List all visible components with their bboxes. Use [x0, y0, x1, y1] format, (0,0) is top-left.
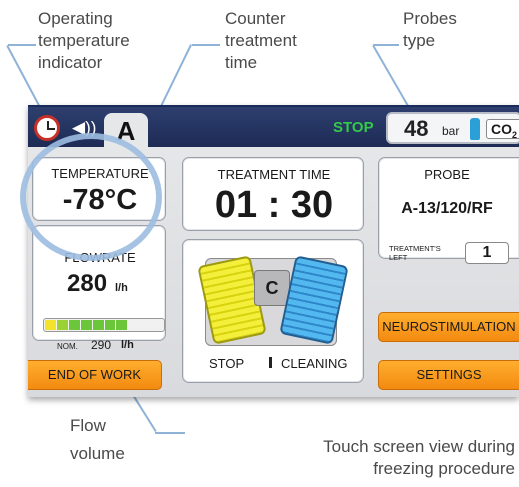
nominal-value: 290	[91, 338, 112, 352]
treatments-left-label: TREATMENT'S LEFT	[389, 244, 441, 262]
callout-temperature-indicator: Operating temperature indicator	[38, 9, 130, 72]
treatments-left-value: 1	[465, 242, 509, 264]
temperature-highlight-ring	[20, 133, 162, 261]
flowrate-bar	[43, 318, 165, 332]
treatment-time-label: TREATMENT TIME	[217, 167, 331, 182]
probe-panel: PROBE A-13/120/RF TREATMENT'S LEFT 1	[378, 157, 519, 264]
probe-label: PROBE	[424, 167, 470, 182]
stop-label[interactable]: STOP	[209, 356, 244, 371]
callout-flow-volume: Flow volume	[70, 416, 125, 463]
treatment-time-panel: TREATMENT TIME 01 : 30	[182, 157, 364, 231]
flowrate-unit: l/h	[115, 282, 128, 294]
end-of-work-button[interactable]: END OF WORK	[28, 360, 162, 390]
probe-name: A-13/120/RF	[401, 200, 493, 217]
pressure-value: 48	[404, 116, 429, 141]
center-c-label: C	[254, 270, 290, 306]
nominal-label: NOM.	[57, 342, 78, 351]
pads-cleaning-panel[interactable]: C STOP CLEANING	[182, 239, 364, 383]
status-text: STOP	[333, 119, 374, 136]
callout-probes-type: Probes type	[403, 9, 457, 50]
treatment-time-value: 01 : 30	[214, 184, 334, 226]
settings-button[interactable]: SETTINGS	[378, 360, 519, 390]
leader-line-temperature	[8, 44, 36, 46]
leader-line-probes	[373, 44, 399, 46]
nominal-unit: l/h	[121, 339, 134, 351]
callout-counter-time: Counter treatment time	[225, 9, 297, 72]
pressure-display: 48 bar CO2	[386, 112, 519, 144]
leader-line-counter	[192, 44, 220, 46]
caption: Touch screen view during freezing proced…	[323, 437, 515, 478]
separator-bar	[269, 357, 272, 368]
clock-icon[interactable]	[34, 115, 60, 141]
leader-line-flow	[155, 432, 185, 434]
cleaning-label[interactable]: CLEANING	[281, 356, 347, 371]
co2-bottle-icon	[470, 118, 480, 140]
gas-type: CO2	[486, 119, 519, 140]
pressure-unit: bar	[442, 124, 460, 138]
neurostimulation-button[interactable]: NEUROSTIMULATION	[378, 312, 519, 342]
flowrate-value: 280	[67, 270, 108, 297]
